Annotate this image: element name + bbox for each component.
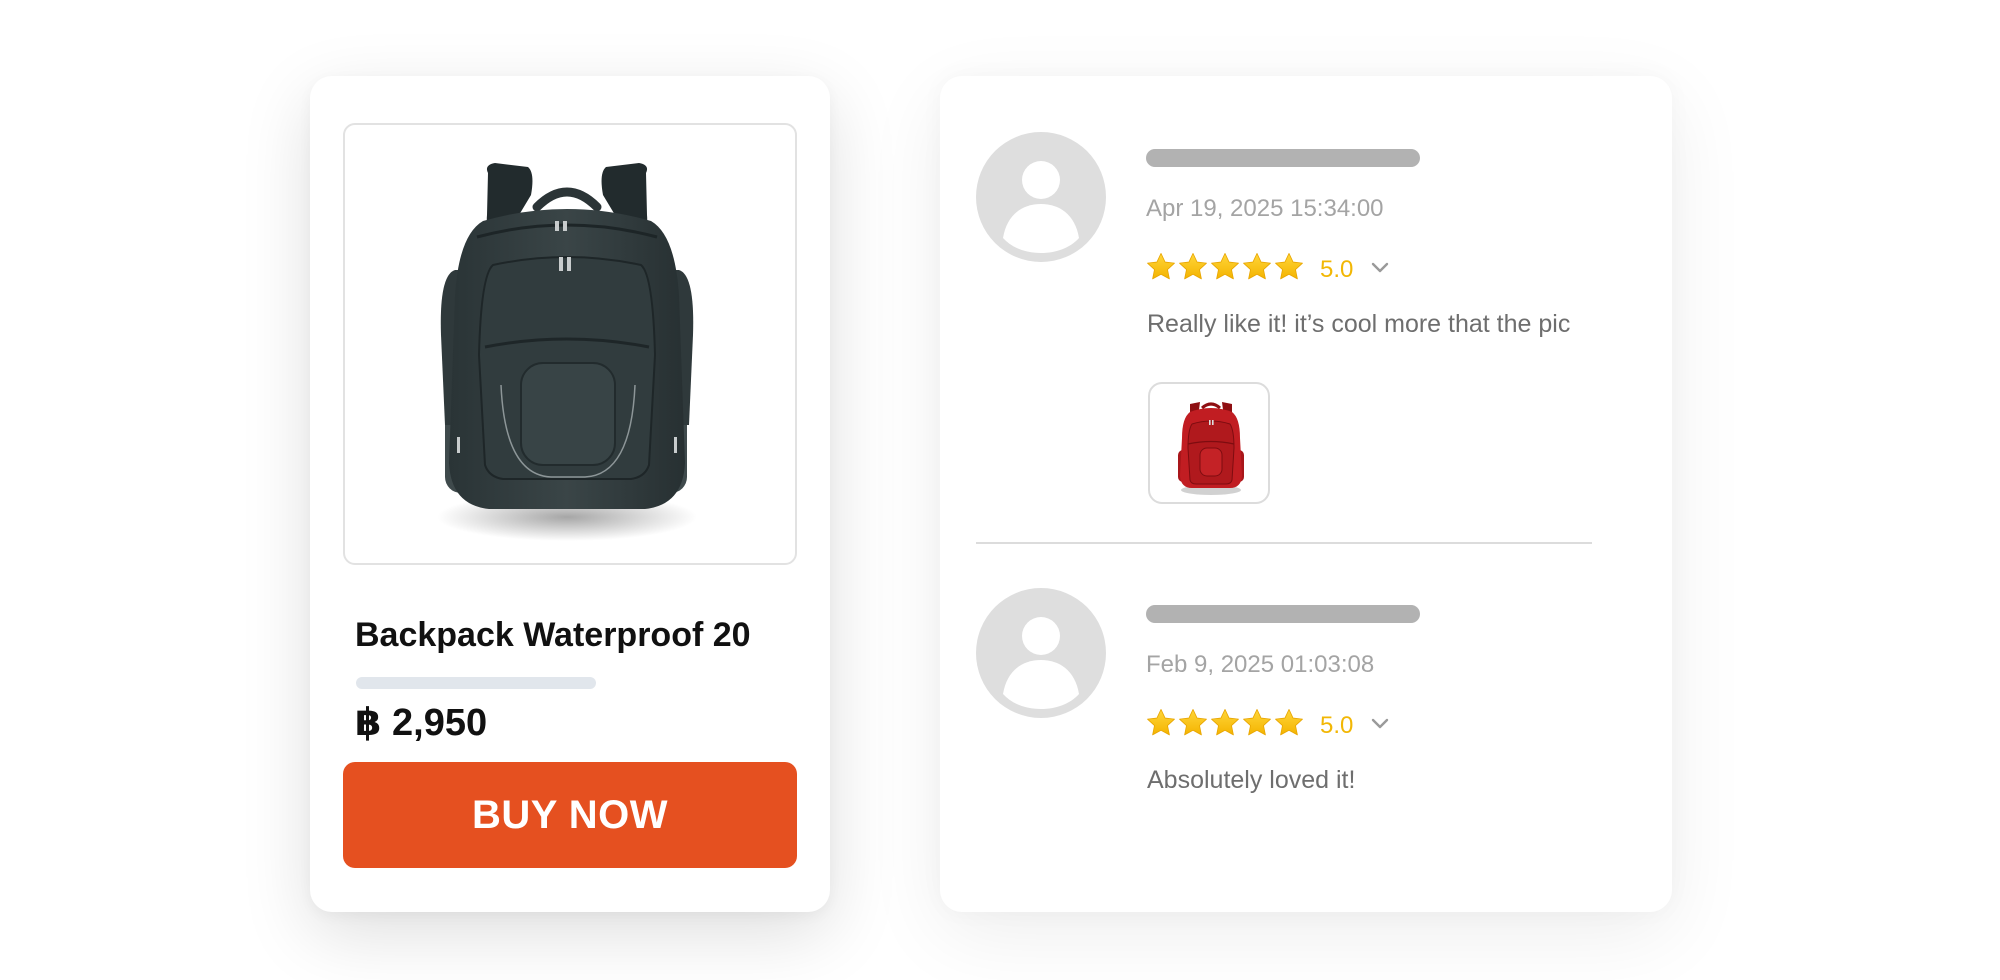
review-text: Really like it! it’s cool more that the … (1147, 310, 1571, 338)
red-backpack-image (1178, 402, 1244, 495)
reviewer-name-placeholder (1146, 149, 1420, 167)
buy-now-button[interactable]: BUY NOW (343, 762, 797, 868)
star-icon (1145, 251, 1177, 283)
chevron-down-icon[interactable] (1366, 254, 1394, 282)
star-rating (1145, 707, 1305, 739)
star-icon (1177, 251, 1209, 283)
black-backpack-image (437, 163, 697, 541)
star-icon (1145, 707, 1177, 739)
user-avatar-icon (976, 588, 1106, 718)
star-icon (1209, 707, 1241, 739)
avatar (976, 588, 1106, 718)
user-avatar-icon (976, 132, 1106, 262)
avatar (976, 132, 1106, 262)
subtitle-placeholder-bar (356, 677, 596, 689)
review-date: Feb 9, 2025 01:03:08 (1146, 651, 1375, 678)
star-icon (1241, 251, 1273, 283)
chevron-down-icon[interactable] (1366, 710, 1394, 738)
review-divider (976, 542, 1592, 544)
star-rating (1145, 251, 1305, 283)
star-icon (1273, 707, 1305, 739)
reviews-card: Apr 19, 2025 15:34:00 5.0 Really like it… (940, 76, 1672, 912)
rating-score: 5.0 (1320, 256, 1354, 283)
star-icon (1241, 707, 1273, 739)
star-icon (1209, 251, 1241, 283)
product-card: Backpack Waterproof 20 ฿ 2,950 BUY NOW (310, 76, 830, 912)
reviewer-name-placeholder (1146, 605, 1420, 623)
product-image-frame[interactable] (343, 123, 797, 565)
review-date: Apr 19, 2025 15:34:00 (1146, 195, 1384, 222)
product-title: Backpack Waterproof 20 (355, 616, 751, 654)
star-icon (1273, 251, 1305, 283)
rating-score: 5.0 (1320, 712, 1354, 739)
star-icon (1177, 707, 1209, 739)
review-photo-thumbnail[interactable] (1148, 382, 1270, 504)
product-price: ฿ 2,950 (355, 702, 488, 744)
review-text: Absolutely loved it! (1147, 766, 1356, 794)
page: Backpack Waterproof 20 ฿ 2,950 BUY NOW A… (0, 0, 2000, 980)
